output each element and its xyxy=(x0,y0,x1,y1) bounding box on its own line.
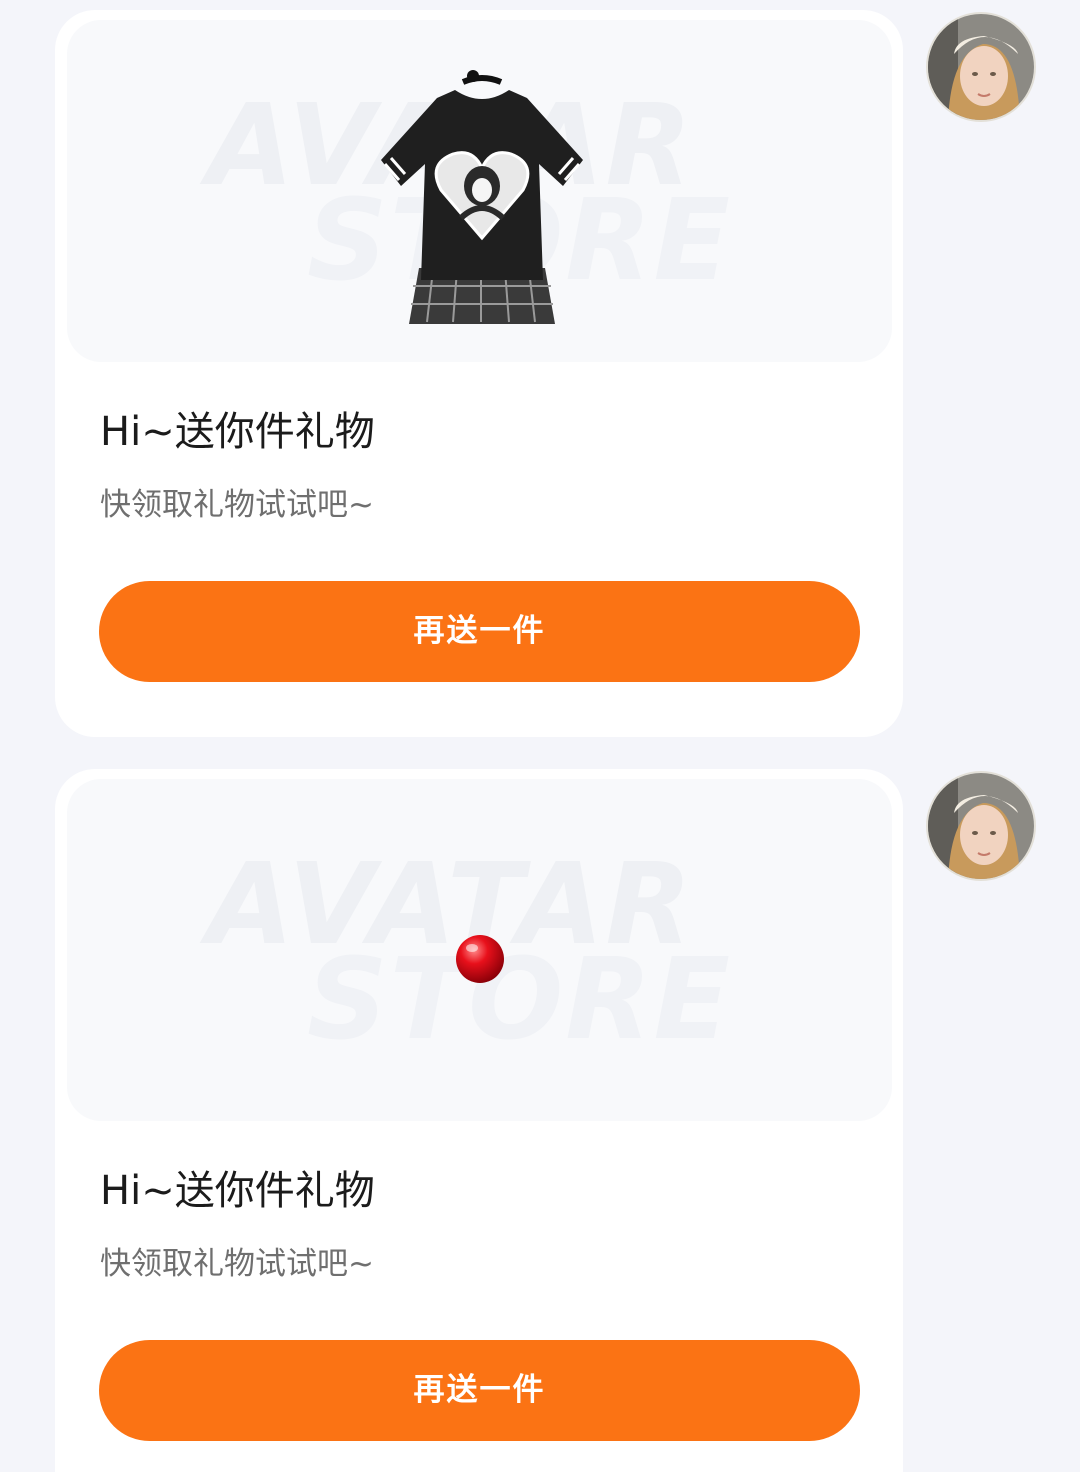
red-ball-image xyxy=(456,935,504,983)
send-another-button[interactable]: 再送一件 xyxy=(99,581,860,682)
gift-card[interactable]: AVATAR STORE Hi~送你件礼物 快领取礼物试试吧~ 再送一件 xyxy=(55,769,903,1472)
gift-title: Hi~送你件礼物 xyxy=(100,409,375,455)
shirt-dress-image xyxy=(381,70,583,324)
gift-card[interactable]: AVATAR STORE xyxy=(55,10,903,737)
send-another-button[interactable]: 再送一件 xyxy=(99,1340,860,1441)
gift-title: Hi~送你件礼物 xyxy=(100,1168,375,1214)
gift-subtitle: 快领取礼物试试吧~ xyxy=(100,1246,374,1282)
watermark-line-2: STORE xyxy=(307,935,733,1065)
gift-preview[interactable]: AVATAR STORE xyxy=(67,779,892,1121)
avatar[interactable] xyxy=(926,12,1036,122)
gift-preview[interactable]: AVATAR STORE xyxy=(67,20,892,362)
gift-subtitle: 快领取礼物试试吧~ xyxy=(100,487,374,523)
chat-feed: AVATAR STORE xyxy=(0,0,1080,1472)
user-portrait-icon xyxy=(928,773,1034,879)
user-portrait-icon xyxy=(928,14,1034,120)
avatar[interactable] xyxy=(926,771,1036,881)
